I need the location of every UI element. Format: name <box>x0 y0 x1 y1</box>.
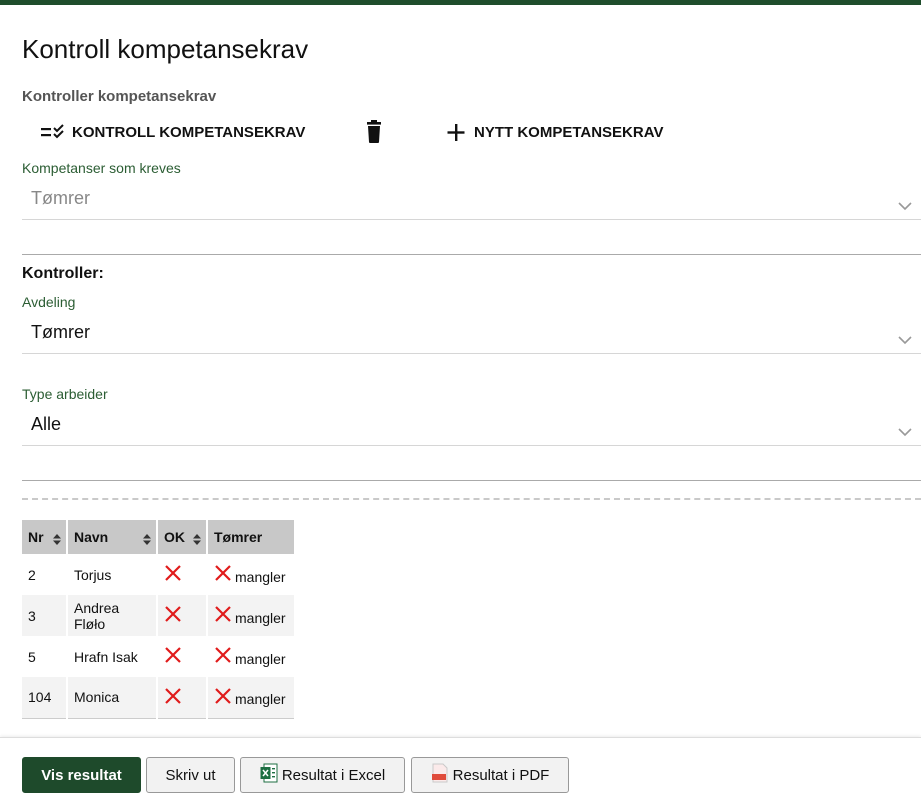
chevron-down-icon <box>897 424 913 442</box>
cross-icon <box>214 605 232 626</box>
column-header-label: Tømrer <box>214 529 263 545</box>
new-requirement-label: NYTT KOMPETANSEKRAV <box>474 123 664 141</box>
sort-icon <box>143 532 151 548</box>
department-label: Avdeling <box>22 294 76 310</box>
department-value: Tømrer <box>31 322 90 342</box>
page-title: Kontroll kompetansekrav <box>22 34 309 64</box>
excel-export-label: Resultat i Excel <box>281 766 386 784</box>
results-table: Nr Navn OK Tømrer 2 Torjus mangler 3 And… <box>22 520 296 719</box>
cross-icon <box>164 687 182 708</box>
department-select[interactable]: Tømrer <box>22 314 921 354</box>
cell-nr: 5 <box>22 636 68 677</box>
cell-ok <box>157 595 208 636</box>
status-text: mangler <box>235 609 286 626</box>
cross-icon <box>214 564 232 585</box>
delete-button[interactable] <box>364 118 384 146</box>
print-button[interactable]: Skriv ut <box>146 757 235 793</box>
excel-icon <box>260 763 282 787</box>
status-text: mangler <box>235 650 286 667</box>
worker-type-select[interactable]: Alle <box>22 406 921 446</box>
cell-nr: 104 <box>22 677 68 719</box>
worker-type-label: Type arbeider <box>22 386 108 402</box>
status-text: mangler <box>235 691 286 708</box>
cell-nr: 3 <box>22 595 68 636</box>
new-requirement-button[interactable]: NYTT KOMPETANSEKRAV <box>446 118 663 146</box>
check-requirements-label: KONTROLL KOMPETANSEKRAV <box>72 123 306 141</box>
cross-icon <box>164 564 182 585</box>
column-header-ok[interactable]: OK <box>157 520 208 554</box>
cell-tomrer: mangler <box>207 595 296 636</box>
table-header-row: Nr Navn OK Tømrer <box>22 520 296 554</box>
required-competences-value: Tømrer <box>31 188 90 208</box>
cell-nr: 2 <box>22 554 68 595</box>
cell-ok <box>157 677 208 719</box>
chevron-down-icon <box>897 332 913 350</box>
pdf-export-label: Resultat i PDF <box>452 766 550 784</box>
show-result-label: Vis resultat <box>41 766 122 784</box>
action-footer: Vis resultat Skriv ut Resultat i Excel R… <box>0 737 921 798</box>
cross-icon <box>214 646 232 667</box>
chevron-down-icon <box>897 198 913 216</box>
column-header-label: Navn <box>74 529 109 545</box>
cell-tomrer: mangler <box>207 636 296 677</box>
required-competences-select[interactable]: Tømrer <box>22 180 921 220</box>
trash-icon <box>364 120 384 144</box>
cell-name: Hrafn Isak <box>67 636 158 677</box>
pdf-icon <box>431 763 453 787</box>
cross-icon <box>214 687 232 708</box>
cross-icon <box>164 646 182 667</box>
excel-export-button[interactable]: Resultat i Excel <box>240 757 405 793</box>
cell-ok <box>157 636 208 677</box>
print-label: Skriv ut <box>165 766 216 784</box>
column-header-nr[interactable]: Nr <box>22 520 68 554</box>
cell-name: Monica <box>67 677 158 719</box>
section-title: Kontroller kompetansekrav <box>22 88 217 105</box>
column-header-label: OK <box>164 529 185 545</box>
cell-tomrer: mangler <box>207 677 296 719</box>
plus-icon <box>446 122 466 142</box>
pdf-export-button[interactable]: Resultat i PDF <box>411 757 569 793</box>
required-competences-label: Kompetanser som kreves <box>22 160 181 176</box>
sort-icon <box>193 532 201 548</box>
dashed-separator <box>22 498 921 500</box>
status-text: mangler <box>235 568 286 585</box>
column-header-label: Nr <box>28 529 44 545</box>
cell-ok <box>157 554 208 595</box>
worker-type-value: Alle <box>31 414 62 434</box>
cell-name: Andrea Fløło <box>67 595 158 636</box>
top-accent-bar <box>0 0 921 5</box>
column-header-tomrer[interactable]: Tømrer <box>207 520 296 554</box>
checklist-icon <box>40 123 66 141</box>
section-divider <box>22 480 921 481</box>
table-row: 2 Torjus mangler <box>22 554 296 595</box>
cross-icon <box>164 605 182 626</box>
column-header-navn[interactable]: Navn <box>67 520 158 554</box>
table-row: 5 Hrafn Isak mangler <box>22 636 296 677</box>
sort-icon <box>53 532 61 548</box>
show-result-button[interactable]: Vis resultat <box>22 757 141 793</box>
controls-heading: Kontroller: <box>22 265 104 282</box>
table-row: 3 Andrea Fløło mangler <box>22 595 296 636</box>
cell-name: Torjus <box>67 554 158 595</box>
check-requirements-button[interactable]: KONTROLL KOMPETANSEKRAV <box>40 118 305 146</box>
table-row: 104 Monica mangler <box>22 677 296 719</box>
section-divider <box>22 254 921 255</box>
cell-tomrer: mangler <box>207 554 296 595</box>
